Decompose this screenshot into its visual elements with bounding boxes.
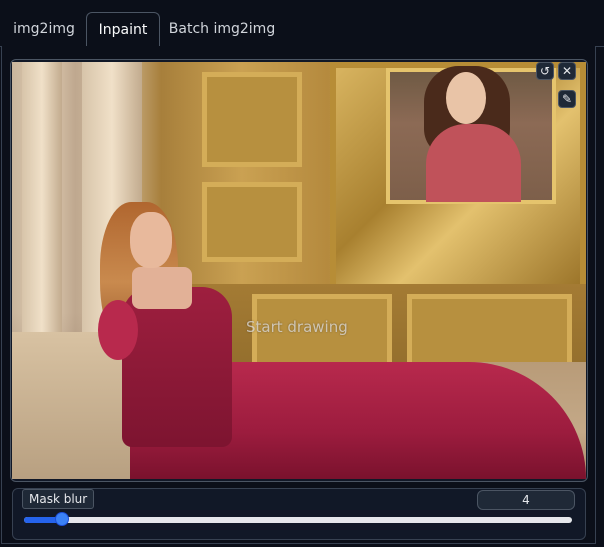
- gold-panel: [202, 72, 302, 167]
- portrait: [386, 66, 556, 204]
- tab-bar: img2img Inpaint Batch img2img: [0, 0, 604, 47]
- woman-shoulders: [132, 267, 192, 309]
- portrait-frame: [330, 62, 586, 294]
- close-icon[interactable]: ✕: [558, 62, 576, 80]
- pillar: [22, 62, 62, 362]
- undo-icon[interactable]: ↺: [536, 62, 554, 80]
- gold-panel: [202, 182, 302, 262]
- mask-blur-slider-track[interactable]: [24, 517, 572, 523]
- tab-img2img[interactable]: img2img: [6, 12, 82, 46]
- source-image: [12, 62, 586, 479]
- woman-face: [130, 212, 172, 268]
- mask-blur-number-input[interactable]: [477, 490, 575, 510]
- tab-batch-img2img[interactable]: Batch img2img: [168, 12, 276, 46]
- tab-inpaint[interactable]: Inpaint: [86, 12, 160, 47]
- inpaint-canvas[interactable]: Start drawing: [10, 59, 588, 482]
- brush-icon[interactable]: ✎: [558, 90, 576, 108]
- portrait-dress: [426, 124, 521, 202]
- dress-bodice: [122, 287, 232, 447]
- mask-blur-label: Mask blur: [22, 489, 95, 509]
- start-drawing-hint: Start drawing: [246, 318, 348, 336]
- portrait-head: [446, 72, 486, 124]
- dress-sleeve: [98, 300, 138, 360]
